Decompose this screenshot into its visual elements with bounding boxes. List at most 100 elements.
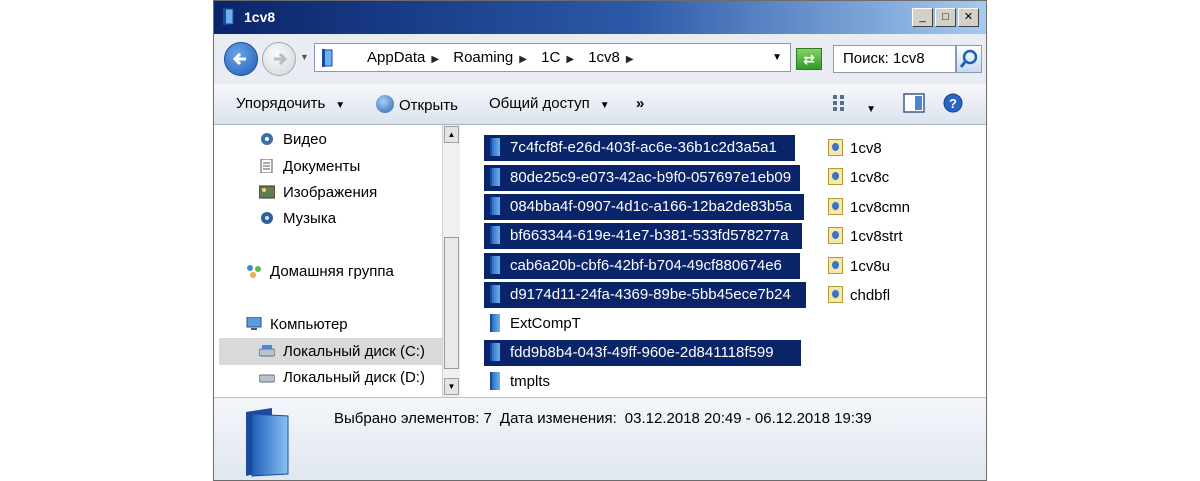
explorer-window: 1cv8 _ □ ✕ ▼ AppData ▶ Roaming ▶ 1C ▶ 1c… — [213, 0, 987, 481]
breadcrumb-1c[interactable]: 1C — [541, 49, 560, 66]
more-commands-button[interactable]: » — [636, 95, 644, 112]
file-name: fdd9b8b4-043f-49ff-960e-2d841118f599 — [510, 344, 774, 361]
nav-item-label: Изображения — [283, 184, 378, 201]
folder-icon — [490, 343, 500, 361]
nav-item-music[interactable]: Музыка — [259, 208, 336, 230]
nav-item-video[interactable]: Видео — [259, 129, 327, 151]
scroll-down-button[interactable]: ▼ — [444, 378, 459, 395]
navigation-pane: Видео Документы Изображения Музыка Домаш… — [214, 125, 462, 397]
nav-item-computer[interactable]: Компьютер — [246, 314, 348, 336]
title-bar[interactable]: 1cv8 _ □ ✕ — [214, 1, 986, 34]
minimize-button[interactable]: _ — [912, 8, 933, 27]
chevron-down-icon: ▼ — [599, 100, 610, 111]
file-name: d9174d11-24fa-4369-89be-5bb45ece7b24 — [510, 286, 791, 303]
address-history-dropdown[interactable]: ▼ — [772, 52, 782, 63]
chevron-down-icon[interactable]: ▶ — [566, 54, 574, 65]
breadcrumb-roaming[interactable]: Roaming — [453, 49, 513, 66]
file-name: 1cv8u — [850, 258, 891, 275]
chevron-down-icon[interactable]: ▶ — [626, 54, 634, 65]
breadcrumb-1cv8[interactable]: 1cv8 — [588, 49, 620, 66]
nav-item-label: Локальный диск (D:) — [283, 369, 425, 386]
open-label: Открыть — [399, 97, 458, 114]
search-input[interactable]: Поиск: 1cv8 — [833, 45, 956, 73]
nav-item-drive-d[interactable]: Локальный диск (D:) — [259, 367, 425, 389]
list-item[interactable]: d9174d11-24fa-4369-89be-5bb45ece7b24 — [484, 282, 806, 308]
file-name: 1cv8c — [850, 169, 890, 186]
recent-pages-dropdown[interactable]: ▼ — [300, 52, 309, 62]
video-library-icon — [261, 133, 273, 145]
nav-scrollbar[interactable]: ▲ ▼ — [442, 125, 460, 397]
breadcrumb: AppData ▶ Roaming ▶ 1C ▶ 1cv8 ▶ — [367, 49, 644, 66]
svg-text:?: ? — [949, 96, 957, 111]
log-file-icon — [828, 139, 843, 156]
file-name: 80de25c9-e073-42ac-b9f0-057697e1eb09 — [510, 169, 792, 186]
drive-icon — [259, 374, 275, 383]
nav-item-label: Документы — [283, 158, 361, 175]
log-file-icon — [828, 286, 843, 303]
search-button[interactable] — [956, 45, 982, 73]
open-icon — [376, 95, 394, 113]
scroll-up-button[interactable]: ▲ — [444, 126, 459, 143]
help-button[interactable]: ? — [943, 93, 963, 117]
list-item[interactable]: chdbfl — [828, 285, 890, 307]
music-library-icon — [261, 212, 273, 224]
nav-item-documents[interactable]: Документы — [259, 156, 360, 178]
log-file-icon — [828, 168, 843, 185]
command-bar: Упорядочить ▼ Открыть Общий доступ ▼ » ▼ — [214, 84, 986, 125]
file-name: 1cv8 — [850, 140, 882, 157]
nav-item-pictures[interactable]: Изображения — [259, 182, 377, 204]
selected-count: Выбрано элементов: 7 — [334, 410, 492, 427]
scroll-thumb[interactable] — [444, 237, 459, 369]
maximize-button[interactable]: □ — [935, 8, 956, 27]
address-row: ▼ AppData ▶ Roaming ▶ 1C ▶ 1cv8 ▶ ▼ ⇄ Поиск:… — [214, 34, 986, 84]
list-item[interactable]: 1cv8c — [828, 167, 889, 189]
list-item[interactable]: cab6a20b-cbf6-42bf-b704-49cf880674e6 — [484, 253, 800, 279]
file-name: 084bba4f-0907-4d1c-a166-12ba2de83b5a — [510, 198, 792, 215]
details-text: Выбрано элементов: 7 Дата изменения: 03.12… — [334, 410, 880, 427]
nav-item-drive-c[interactable]: Локальный диск (C:) — [259, 341, 425, 363]
list-item[interactable]: tmplts — [484, 369, 550, 395]
file-name: tmplts — [510, 373, 551, 390]
view-options-button[interactable]: ▼ — [832, 94, 876, 116]
drive-icon — [259, 345, 275, 357]
forward-button[interactable] — [262, 42, 296, 76]
file-name: chdbfl — [850, 287, 891, 304]
modified-range: 03.12.2018 20:49 - 06.12.2018 19:39 — [624, 410, 872, 427]
list-item[interactable]: fdd9b8b4-043f-49ff-960e-2d841118f599 — [484, 340, 801, 366]
preview-pane-button[interactable] — [903, 93, 925, 117]
folder-icon — [246, 408, 289, 477]
folder-icon — [490, 138, 500, 156]
folder-icon — [490, 372, 500, 390]
list-item[interactable]: 7c4fcf8f-e26d-403f-ac6e-36b1c2d3a5a1 — [484, 135, 795, 161]
refresh-icon: ⇄ — [803, 51, 815, 67]
folder-icon — [490, 285, 500, 303]
nav-item-homegroup[interactable]: Домашняя группа — [246, 261, 394, 283]
nav-item-label: Домашняя группа — [270, 263, 394, 280]
modified-label: Дата изменения: — [499, 410, 617, 427]
computer-icon — [246, 317, 262, 330]
share-button[interactable]: Общий доступ ▼ — [489, 95, 610, 112]
search-icon — [959, 49, 978, 68]
list-item[interactable]: bf663344-619e-41e7-b381-533fd578277a — [484, 223, 802, 249]
list-item[interactable]: 1cv8strt — [828, 226, 903, 248]
close-button[interactable]: ✕ — [958, 8, 979, 27]
open-button[interactable]: Открыть — [376, 95, 458, 114]
list-item[interactable]: 1cv8u — [828, 256, 890, 278]
back-button[interactable] — [224, 42, 258, 76]
organize-button[interactable]: Упорядочить ▼ — [236, 95, 345, 112]
log-file-icon — [828, 198, 843, 215]
refresh-button[interactable]: ⇄ — [796, 48, 822, 70]
file-name: bf663344-619e-41e7-b381-533fd578277a — [510, 227, 789, 244]
list-item[interactable]: 084bba4f-0907-4d1c-a166-12ba2de83b5a — [484, 194, 804, 220]
list-item[interactable]: 80de25c9-e073-42ac-b9f0-057697e1eb09 — [484, 165, 800, 191]
list-item[interactable]: 1cv8cmn — [828, 197, 910, 219]
chevron-down-icon[interactable]: ▶ — [519, 54, 527, 65]
chevron-down-icon[interactable]: ▶ — [431, 54, 439, 65]
list-item[interactable]: ExtCompT — [484, 311, 581, 337]
homegroup-icon — [247, 265, 261, 278]
preview-pane-icon — [903, 93, 925, 113]
address-bar[interactable]: AppData ▶ Roaming ▶ 1C ▶ 1cv8 ▶ ▼ — [314, 43, 791, 72]
breadcrumb-appdata[interactable]: AppData — [367, 49, 425, 66]
log-file-icon — [828, 257, 843, 274]
list-item[interactable]: 1cv8 — [828, 138, 882, 160]
